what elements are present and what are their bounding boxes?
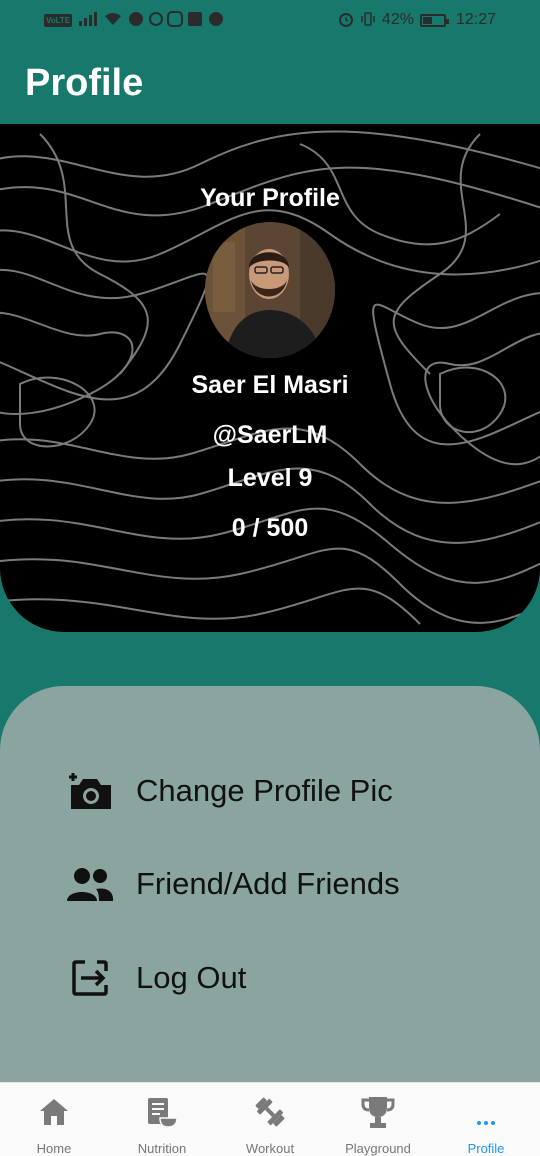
nav-playground-label: Playground [345, 1141, 411, 1156]
notification-icons [128, 11, 224, 29]
log-out-label: Log Out [136, 960, 247, 995]
wifi-icon [104, 12, 122, 28]
profile-handle: @SaerLM [212, 421, 328, 449]
nav-nutrition[interactable]: Nutrition [108, 1083, 216, 1156]
menu-panel: Change Profile Pic Friend/Add Friends Lo… [0, 686, 540, 1106]
nutrition-icon [108, 1095, 216, 1129]
nav-playground[interactable]: Playground [324, 1083, 432, 1156]
nav-workout[interactable]: Workout [216, 1083, 324, 1156]
people-icon [64, 862, 116, 906]
status-left: VoLTE [44, 11, 224, 29]
profile-card: Your Profile Saer El Masri @SaerLM Level… [0, 124, 540, 632]
nav-workout-label: Workout [245, 1141, 295, 1156]
home-icon [0, 1095, 108, 1129]
logout-icon [64, 956, 116, 1000]
battery-icon [419, 13, 449, 27]
profile-heading: Your Profile [200, 184, 340, 212]
status-bar: VoLTE 42% 12:27 [0, 0, 540, 40]
more-icon [432, 1095, 540, 1129]
profile-level: Level 9 [227, 464, 313, 492]
friends-label: Friend/Add Friends [136, 866, 400, 901]
page-title: Profile [25, 62, 144, 104]
status-right: 42% 12:27 [338, 11, 496, 29]
nav-profile-label: Profile [467, 1141, 505, 1156]
change-profile-pic-button[interactable]: Change Profile Pic [64, 766, 484, 816]
nav-home-label: Home [36, 1141, 72, 1156]
status-time: 12:27 [455, 11, 496, 28]
profile-card-content: Your Profile Saer El Masri @SaerLM Level… [0, 124, 540, 632]
profile-xp: 0 / 500 [231, 514, 309, 542]
dumbbell-icon [216, 1095, 324, 1129]
signal-4g-icon [78, 12, 98, 28]
friends-button[interactable]: Friend/Add Friends [64, 859, 484, 909]
nav-profile[interactable]: Profile [432, 1083, 540, 1156]
trophy-icon [324, 1095, 432, 1129]
change-profile-pic-label: Change Profile Pic [136, 773, 393, 808]
alarm-icon [338, 11, 354, 29]
bottom-nav: Home Nutrition Workout Playground Profil… [0, 1082, 540, 1156]
nav-nutrition-label: Nutrition [137, 1141, 187, 1156]
profile-name: Saer El Masri [191, 371, 349, 399]
add-photo-icon [64, 769, 116, 813]
volte-icon: VoLTE [44, 13, 73, 27]
vibrate-icon [360, 11, 376, 29]
log-out-button[interactable]: Log Out [64, 953, 484, 1003]
nav-home[interactable]: Home [0, 1083, 108, 1156]
battery-percent: 42% [381, 11, 414, 28]
avatar[interactable] [205, 222, 335, 358]
